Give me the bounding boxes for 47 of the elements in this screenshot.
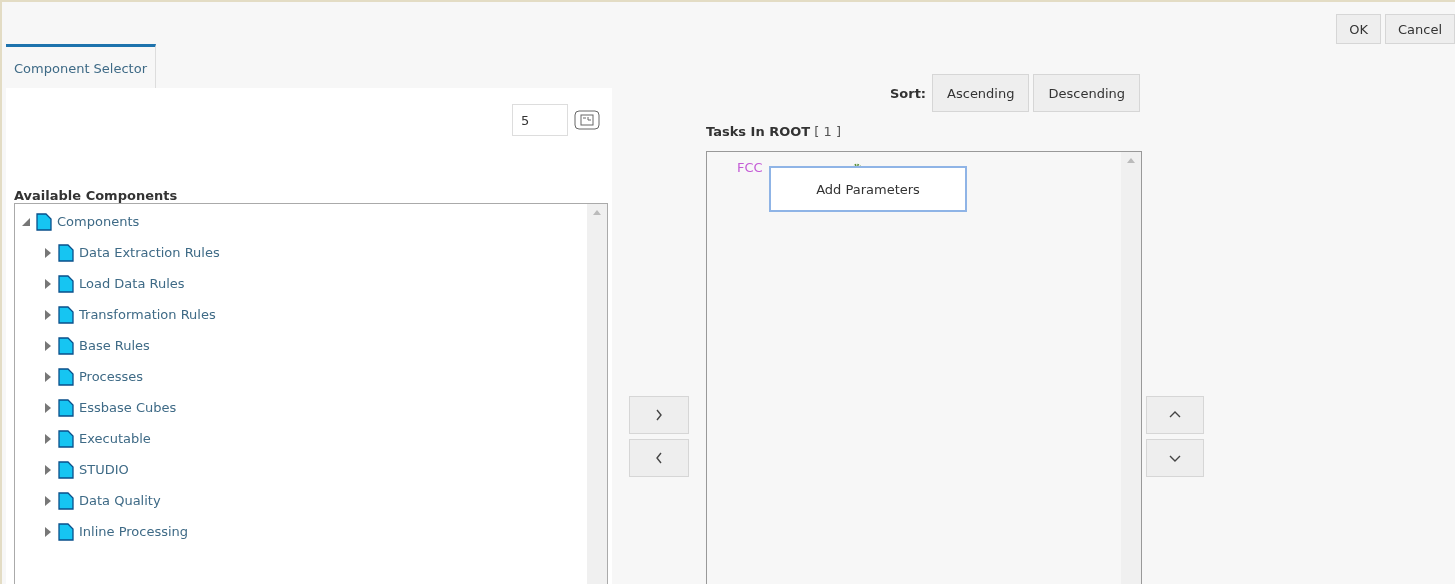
expand-icon[interactable] xyxy=(43,433,53,444)
page-size-field[interactable]: 5 xyxy=(512,104,568,136)
tree-item[interactable]: STUDIO xyxy=(79,462,129,477)
task-item[interactable]: FCC xyxy=(737,160,763,175)
menu-item[interactable]: Add Parameters xyxy=(816,181,920,197)
tree-item[interactable]: Load Data Rules xyxy=(79,276,185,291)
expand-icon[interactable] xyxy=(43,402,53,413)
document-icon xyxy=(58,491,74,510)
expand-icon[interactable] xyxy=(43,526,53,537)
scrollbar[interactable] xyxy=(1121,152,1141,584)
tree-item[interactable]: Base Rules xyxy=(79,338,150,353)
expand-icon[interactable] xyxy=(43,278,53,289)
document-icon xyxy=(58,274,74,293)
document-icon xyxy=(58,305,74,324)
tree-item[interactable]: Data Extraction Rules xyxy=(79,245,220,260)
document-icon xyxy=(58,398,74,417)
document-icon xyxy=(58,522,74,541)
tree-item[interactable]: Transformation Rules xyxy=(79,307,216,322)
scrollbar[interactable] xyxy=(587,204,607,584)
tree-item[interactable]: Processes xyxy=(79,369,144,384)
expand-icon[interactable] xyxy=(43,495,53,506)
tab[interactable]: Component Selector xyxy=(6,44,156,88)
document-icon xyxy=(58,336,74,355)
tasks-title: Tasks In ROOT [ 1 ] xyxy=(706,124,842,139)
tree-item[interactable]: Executable xyxy=(79,431,151,446)
sort-label: Sort: xyxy=(889,85,927,101)
sort-button[interactable]: Ascending xyxy=(932,74,1030,112)
expand-icon[interactable] xyxy=(43,371,53,382)
document-icon xyxy=(58,243,74,262)
expand-icon[interactable] xyxy=(43,309,53,320)
dialog-button[interactable]: Cancel xyxy=(1384,14,1455,44)
tree-item[interactable]: Essbase Cubes xyxy=(79,400,177,415)
document-icon xyxy=(58,367,74,386)
document-icon xyxy=(58,460,74,479)
tree-item[interactable]: Components xyxy=(57,214,140,229)
expand-icon[interactable] xyxy=(43,464,53,475)
sort-button[interactable]: Descending xyxy=(1033,74,1140,112)
collapse-icon[interactable] xyxy=(21,216,31,227)
pagination-icon[interactable] xyxy=(574,110,600,130)
expand-icon[interactable] xyxy=(43,340,53,351)
document-icon xyxy=(36,212,52,231)
section-title: Available Components xyxy=(14,188,179,203)
document-icon xyxy=(58,429,74,448)
tree-item[interactable]: Inline Processing xyxy=(79,524,189,539)
dialog-button[interactable]: OK xyxy=(1336,14,1381,44)
tree-item[interactable]: Data Quality xyxy=(79,493,161,508)
expand-icon[interactable] xyxy=(43,247,53,258)
